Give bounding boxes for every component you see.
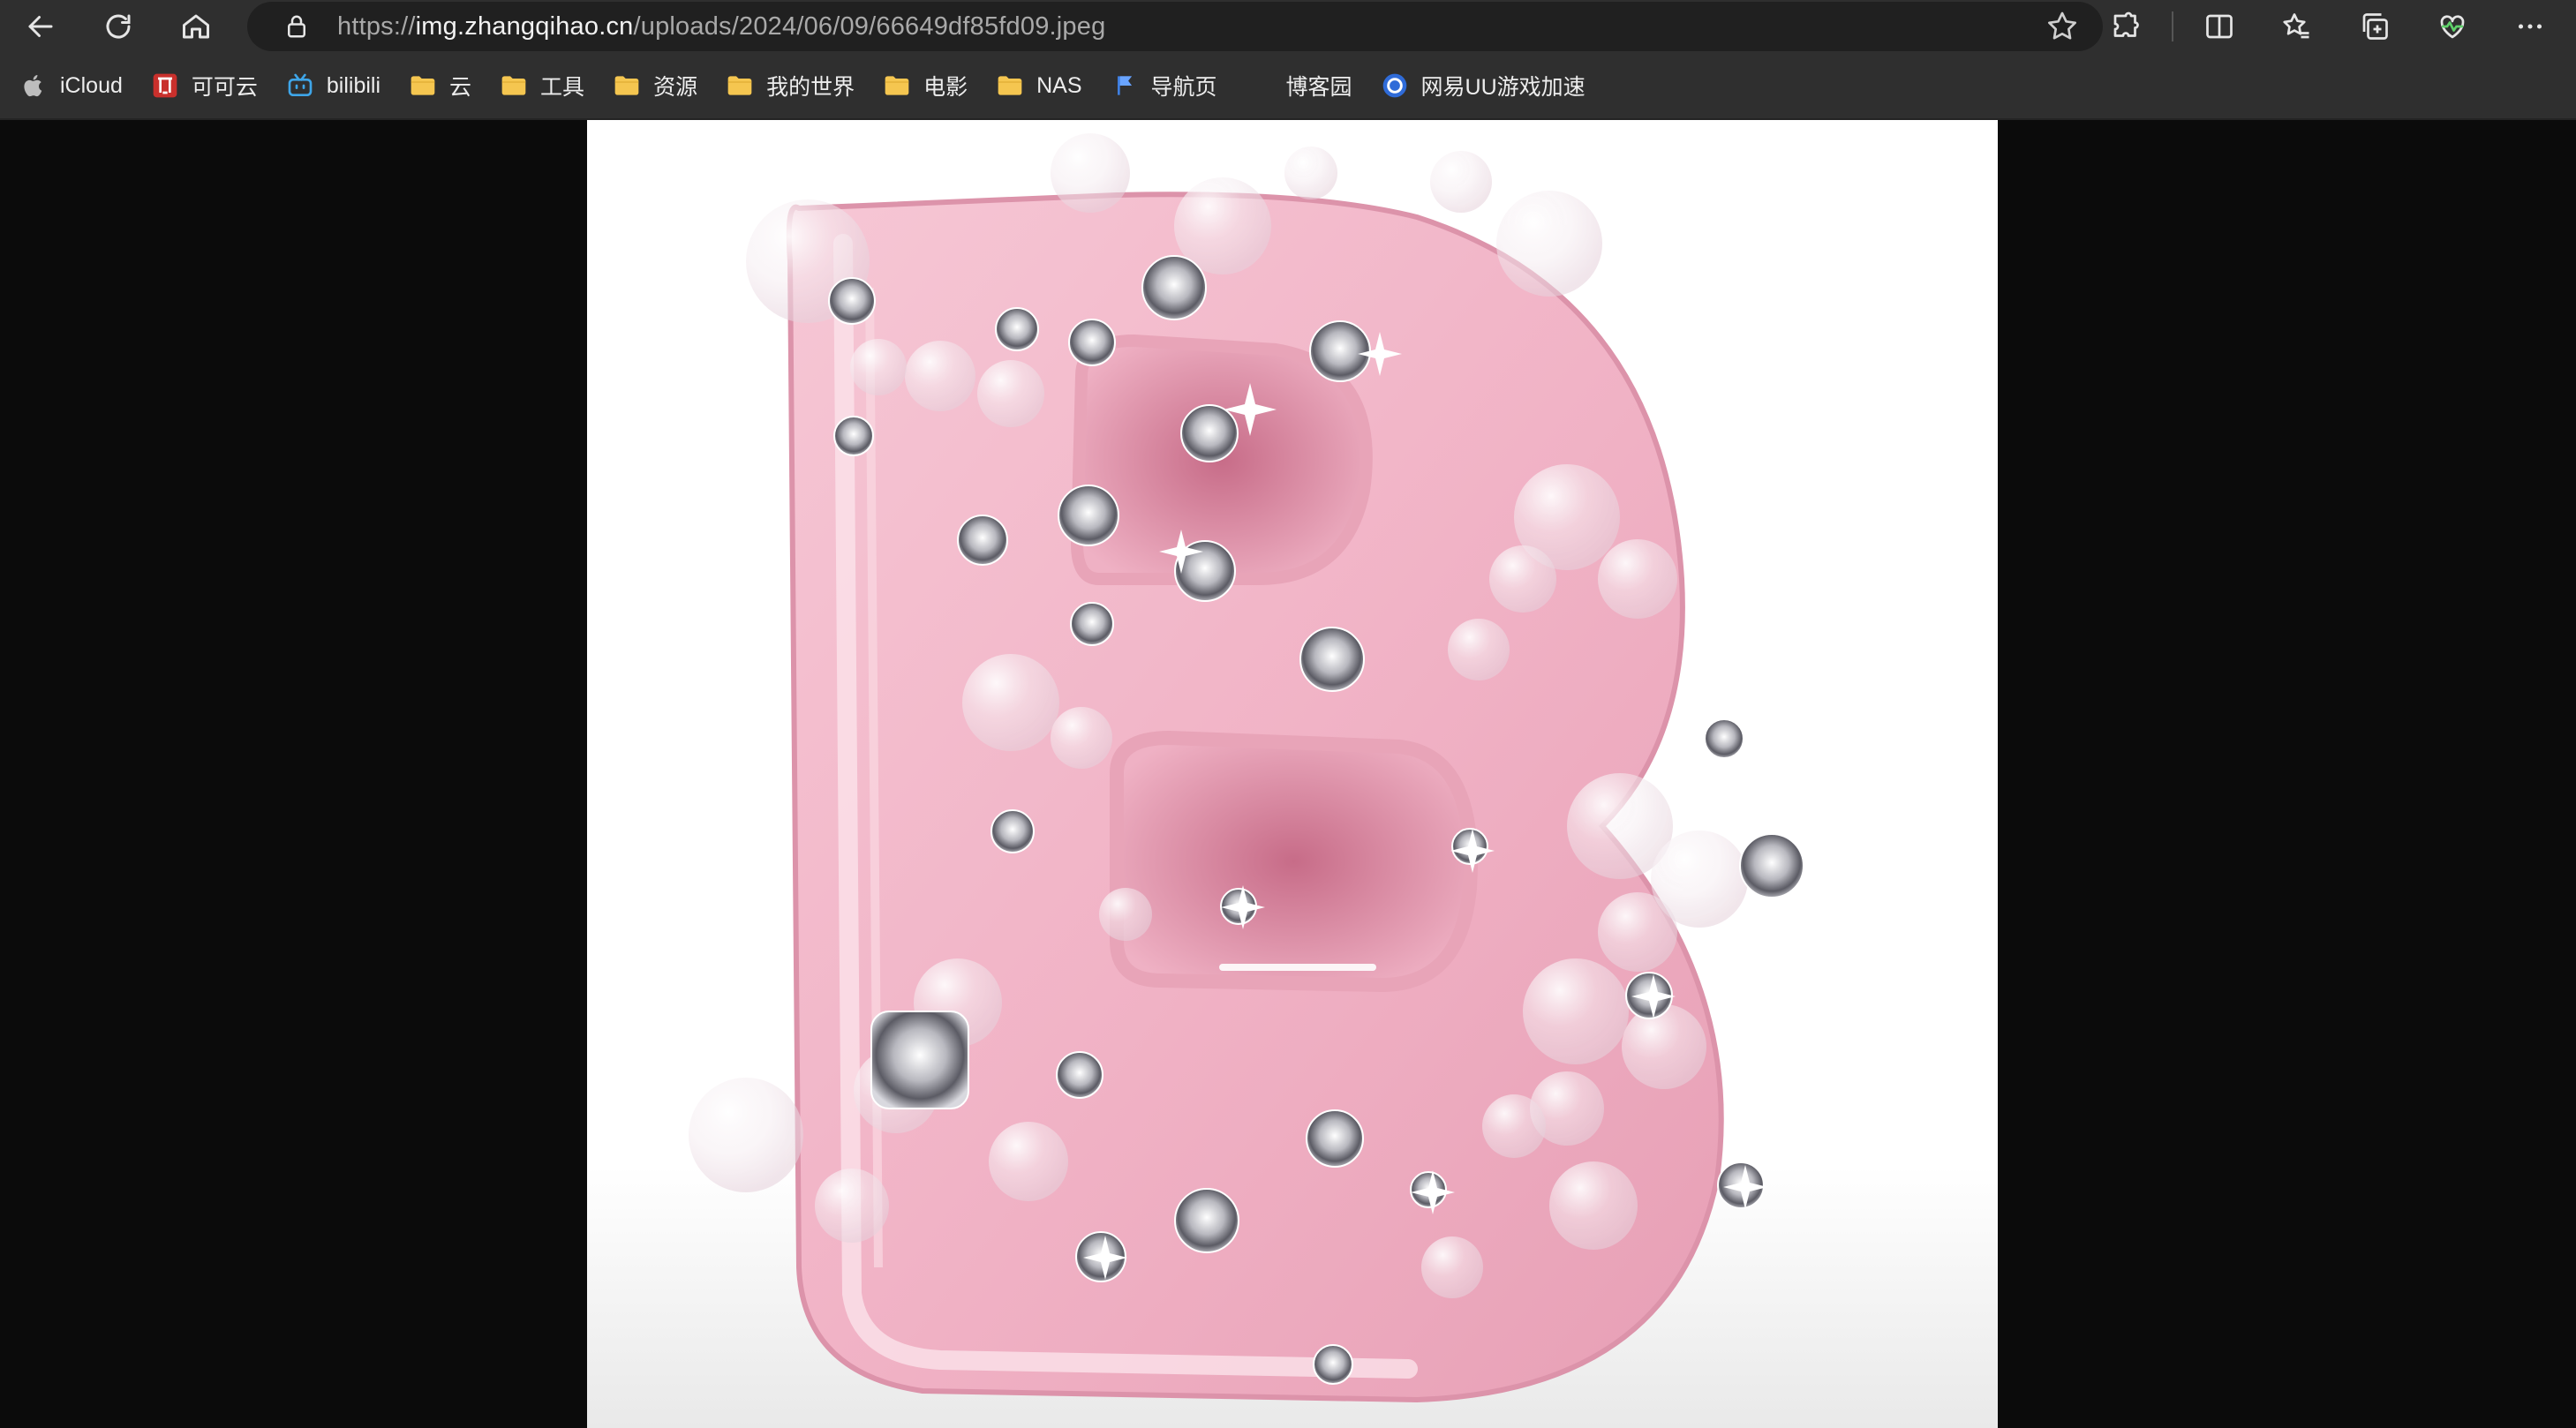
url-path: /uploads/2024/06/09/66649df85fd09.jpeg <box>633 11 1106 41</box>
bookmark-label: 导航页 <box>1150 75 1217 100</box>
browser-essentials-icon <box>2440 15 2465 39</box>
bilibili-icon <box>286 71 314 100</box>
extensions-button[interactable] <box>2099 0 2152 53</box>
bookmarks-bar: iCloud 可可云 bilibili 云 工具 资源 我的世界 电影 NAS … <box>0 53 2576 120</box>
blank-icon <box>1246 71 1274 100</box>
url-host: img.zhangqihao.cn <box>415 11 634 41</box>
bookmark-label: NAS <box>1036 72 1082 98</box>
bookmark-label: 工具 <box>540 75 585 100</box>
bookmark-folder-nas[interactable]: NAS <box>996 52 1082 119</box>
bookmark-label: iCloud <box>60 72 123 98</box>
url-text[interactable]: https://img.zhangqihao.cn/uploads/2024/0… <box>337 12 1105 41</box>
bookmark-icloud[interactable]: iCloud <box>19 52 123 119</box>
home-button[interactable] <box>169 0 222 53</box>
bookmark-label: 电影 <box>923 75 968 100</box>
more-button[interactable] <box>2504 0 2557 53</box>
folder-icon <box>883 71 911 100</box>
back-arrow-icon <box>28 16 53 37</box>
bookmark-label: 我的世界 <box>766 75 855 100</box>
toolbar-actions <box>2099 0 2576 53</box>
flag-icon <box>1111 71 1139 100</box>
toolbar-separator <box>2172 11 2173 41</box>
home-icon <box>183 14 209 39</box>
reload-icon <box>106 14 131 39</box>
bookmark-folder-minecraft[interactable]: 我的世界 <box>726 52 855 119</box>
browser-toolbar: https://img.zhangqihao.cn/uploads/2024/0… <box>0 0 2576 53</box>
browser-window: https://img.zhangqihao.cn/uploads/2024/0… <box>0 0 2576 1428</box>
collections-icon <box>2362 13 2388 40</box>
bookmark-nav-page[interactable]: 导航页 <box>1111 52 1217 119</box>
lock-icon <box>288 15 305 38</box>
bookmark-folder-tools[interactable]: 工具 <box>500 52 584 119</box>
address-bar[interactable]: https://img.zhangqihao.cn/uploads/2024/0… <box>247 2 2103 51</box>
bookmark-label: 博客园 <box>1285 75 1352 100</box>
bookmark-label: 网易UU游戏加速 <box>1420 75 1586 100</box>
folder-icon <box>613 71 641 100</box>
back-button[interactable] <box>14 0 67 53</box>
split-screen-button[interactable] <box>2193 0 2246 53</box>
reload-button[interactable] <box>92 0 145 53</box>
site-info-button[interactable] <box>272 2 321 51</box>
apple-icon <box>19 71 48 100</box>
nav-controls <box>14 0 222 53</box>
page-viewport <box>0 120 2576 1428</box>
puzzle-icon <box>2113 11 2139 37</box>
bookmark-kekeyun[interactable]: 可可云 <box>151 52 258 119</box>
bookmark-label: 资源 <box>653 75 698 100</box>
uu-icon <box>1381 71 1409 100</box>
favorites-button[interactable] <box>2271 0 2324 53</box>
folder-icon <box>996 71 1024 100</box>
displayed-image[interactable] <box>587 120 1998 1428</box>
bookmark-bilibili[interactable]: bilibili <box>286 52 380 119</box>
star-icon[interactable] <box>2045 9 2080 44</box>
folder-icon <box>726 71 754 100</box>
bookmark-cnblogs[interactable]: 博客园 <box>1246 52 1352 119</box>
browser-essentials-button[interactable] <box>2426 0 2479 53</box>
kekeyun-icon <box>151 71 179 100</box>
bookmark-uu[interactable]: 网易UU游戏加速 <box>1381 52 1586 119</box>
bookmark-label: 可可云 <box>191 75 258 100</box>
bookmark-label: bilibili <box>326 72 381 98</box>
favorites-icon <box>2283 13 2309 39</box>
collections-button[interactable] <box>2348 0 2401 53</box>
folder-icon <box>500 71 528 100</box>
url-scheme: https:// <box>337 11 416 41</box>
bookmark-label: 云 <box>449 75 472 100</box>
folder-icon <box>409 71 437 100</box>
more-icon <box>2518 24 2542 29</box>
split-screen-icon <box>2206 14 2233 39</box>
bookmark-folder-resources[interactable]: 资源 <box>613 52 697 119</box>
pink-letter-b-image <box>689 133 1804 1403</box>
bookmark-folder-movies[interactable]: 电影 <box>883 52 968 119</box>
bookmark-folder-yun[interactable]: 云 <box>409 52 471 119</box>
